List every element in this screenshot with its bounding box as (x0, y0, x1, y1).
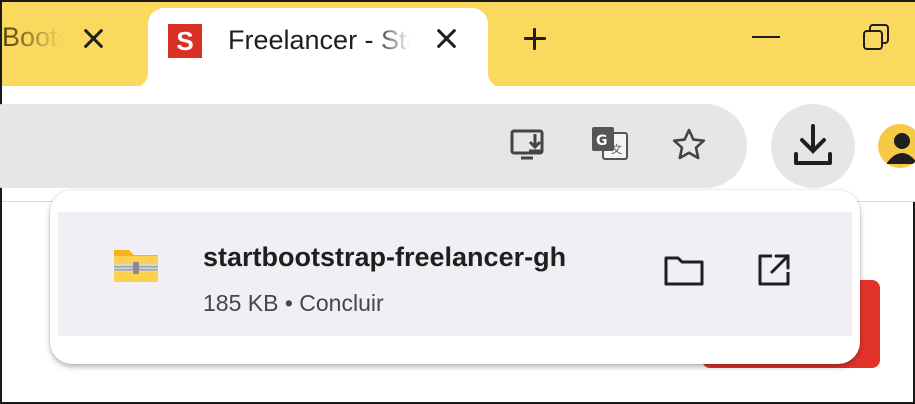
download-bubble: startbootstrap-freelancer-gh 185 KB • Co… (50, 190, 860, 364)
minimize-window-button[interactable] (752, 36, 780, 38)
show-in-folder-button[interactable] (660, 246, 708, 294)
folder-icon (664, 256, 704, 286)
bookmark-star-icon[interactable] (667, 123, 711, 167)
address-bar[interactable] (0, 104, 747, 188)
install-app-icon[interactable] (507, 123, 551, 167)
tab-title: Bootstrap (2, 22, 62, 52)
tab-active[interactable]: S Freelancer - Start Bootstrap (132, 8, 504, 88)
download-icon (794, 124, 832, 165)
close-tab-icon[interactable] (435, 27, 457, 49)
open-external-icon (758, 254, 790, 286)
tab-inactive[interactable]: Bootstrap (2, 2, 142, 76)
downloads-button[interactable] (771, 104, 855, 188)
svg-text:文: 文 (611, 142, 622, 156)
translate-icon[interactable]: G 文 (588, 122, 632, 166)
profile-avatar-icon[interactable] (878, 124, 915, 168)
zip-file-icon (110, 242, 162, 286)
download-status: 185 KB • Concluir (203, 290, 384, 316)
tab-strip: Bootstrap S Freelancer - Start Bootstrap (2, 2, 915, 88)
download-filename: startbootstrap-freelancer-gh (203, 242, 567, 272)
open-file-button[interactable] (750, 246, 798, 294)
site-favicon-icon: S (168, 24, 202, 58)
download-item[interactable]: startbootstrap-freelancer-gh 185 KB • Co… (58, 212, 852, 336)
tab-title: Freelancer - Start Bootstrap (228, 25, 410, 55)
svg-text:G: G (596, 133, 608, 149)
close-tab-icon[interactable] (82, 27, 104, 49)
restore-window-button[interactable] (863, 24, 889, 50)
new-tab-button[interactable] (520, 24, 550, 54)
